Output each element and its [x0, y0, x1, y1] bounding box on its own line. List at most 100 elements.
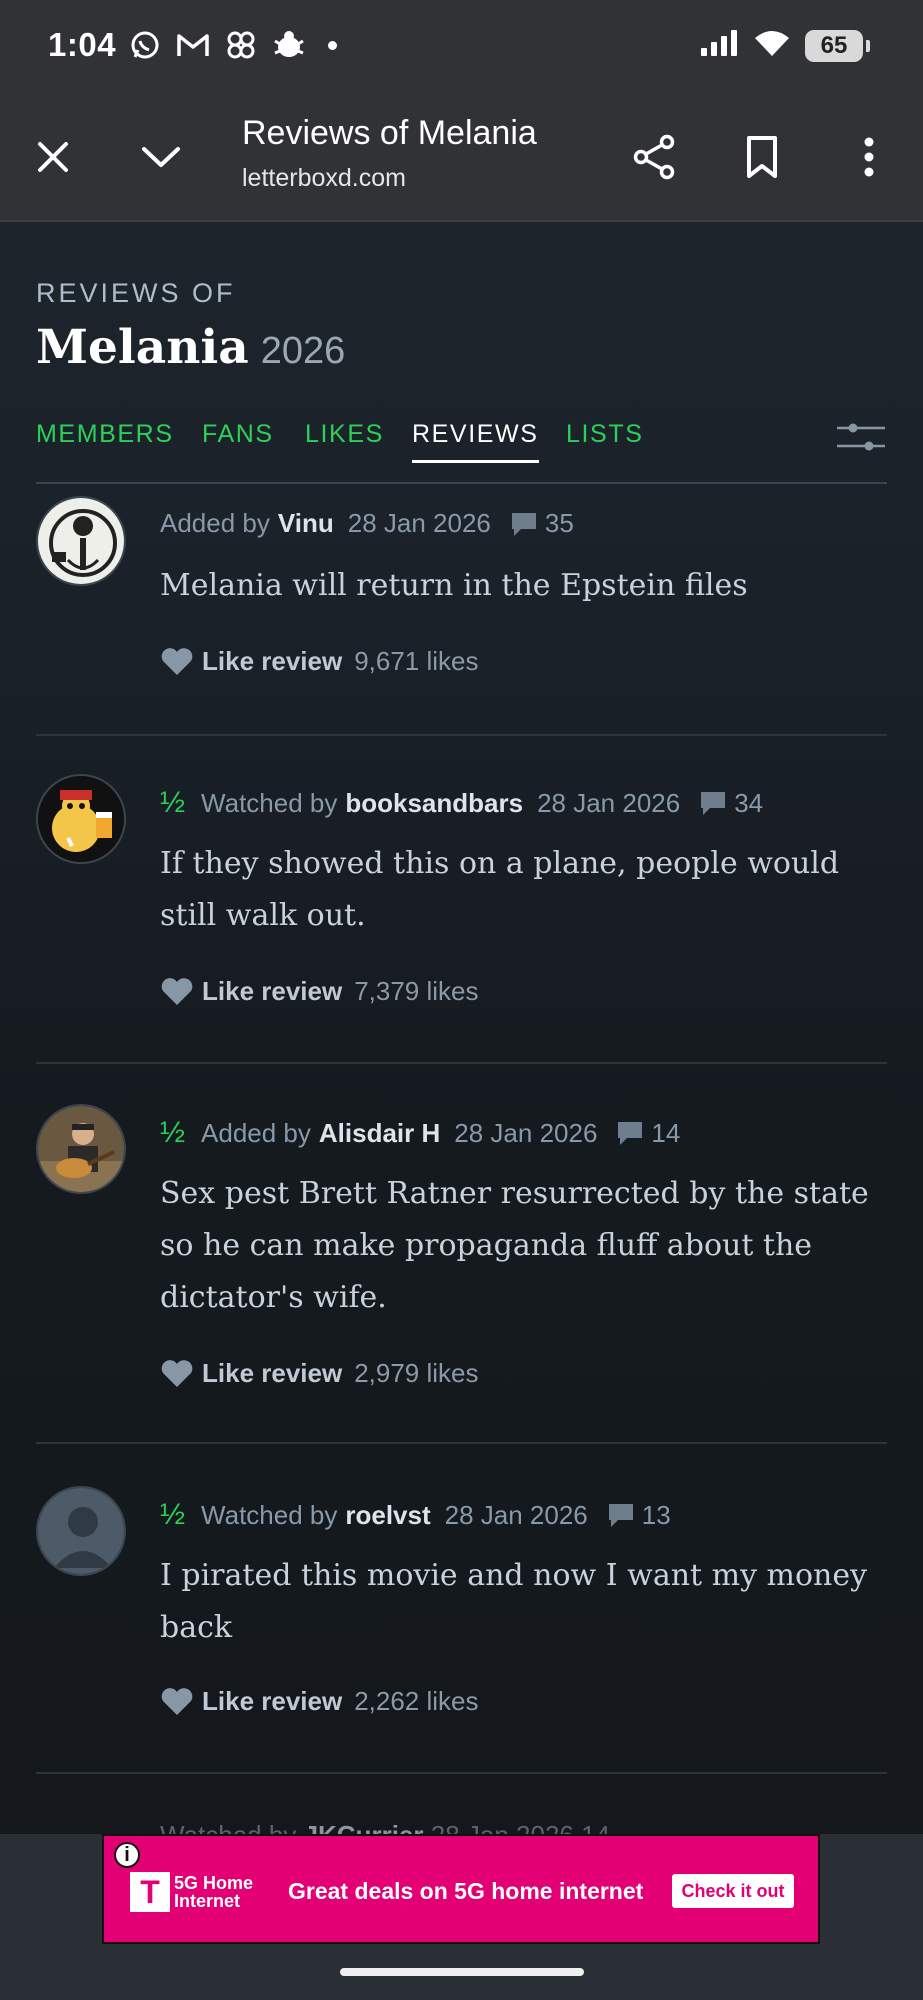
heart-icon [161, 647, 193, 675]
system-icons: 65 [699, 28, 870, 63]
ad-logo: T [130, 1872, 170, 1912]
share-button[interactable] [619, 122, 689, 192]
review-action: Watched by [201, 1499, 338, 1530]
home-indicator[interactable] [340, 1968, 584, 1976]
status-time: 1:04 [48, 26, 117, 63]
notification-dot [328, 40, 337, 50]
close-tab-button[interactable] [18, 122, 88, 192]
more-options-button[interactable] [834, 122, 904, 192]
close-icon [38, 142, 68, 172]
comment-count[interactable]: 14 [581, 1820, 610, 1834]
bookmark-button[interactable] [727, 122, 797, 192]
review-text[interactable]: Sex pest Brett Ratner resurrected by the… [160, 1168, 887, 1324]
review-item: ½ Watched by booksandbars 28 Jan 2026 34… [36, 774, 887, 1064]
comment-count[interactable]: 13 [642, 1500, 671, 1531]
page-content: REVIEWS OF Melania 2026 MEMBERS FANS LIK… [0, 222, 923, 1834]
rating-stars: ½ [160, 786, 186, 819]
tab-reviews[interactable]: REVIEWS [412, 420, 539, 463]
comment-icon[interactable] [615, 1119, 645, 1147]
like-count[interactable]: 9,671 likes [354, 646, 478, 677]
like-label: Like review [202, 1358, 343, 1388]
bug-icon [272, 28, 306, 62]
review-author[interactable]: booksandbars [345, 788, 523, 819]
ad-headline: Great deals on 5G home internet [288, 1878, 644, 1904]
like-review-button[interactable]: Like review 2,262 likes [160, 1686, 479, 1717]
chevron-down-icon [142, 147, 180, 167]
like-label: Like review [202, 976, 343, 1006]
like-count[interactable]: 7,379 likes [354, 976, 478, 1007]
review-item: Added by Vinu 28 Jan 2026 35 Melania wil… [36, 496, 887, 736]
review-meta: ½ Added by Alisdair H 28 Jan 2026 14 [160, 1116, 680, 1150]
review-action: Watched by [201, 787, 338, 818]
whatsapp-icon [128, 28, 162, 62]
review-author[interactable]: JKCurrier [304, 1820, 424, 1834]
like-count[interactable]: 2,979 likes [354, 1358, 478, 1389]
tab-members[interactable]: MEMBERS [36, 420, 174, 463]
comment-count[interactable]: 35 [545, 508, 574, 539]
review-text[interactable]: If they showed this on a plane, people w… [160, 838, 887, 942]
review-meta: Added by Vinu 28 Jan 2026 35 [160, 508, 574, 539]
like-review-button[interactable]: Like review 9,671 likes [160, 646, 479, 677]
review-meta: ½ Watched by booksandbars 28 Jan 2026 34 [160, 786, 763, 820]
ad-brand-line: 5G Home [174, 1873, 254, 1893]
review-action: Added by [160, 508, 270, 538]
comment-icon[interactable] [698, 789, 728, 817]
tab-lists[interactable]: LISTS [566, 420, 643, 463]
film-year[interactable]: 2026 [261, 330, 346, 373]
gmail-icon [176, 28, 210, 62]
avatar[interactable] [36, 1104, 126, 1194]
status-bar: 1:04 65 [0, 0, 923, 92]
ad-cta-button[interactable]: Check it out [672, 1874, 794, 1908]
review-date[interactable]: 28 Jan 2026 [454, 1118, 597, 1149]
review-date[interactable]: 28 Jan 2026 [348, 508, 491, 539]
film-title-link[interactable]: Melania [36, 320, 249, 375]
review-text[interactable]: I pirated this movie and now I want my m… [160, 1550, 887, 1654]
review-item: ½ Watched by roelvst 28 Jan 2026 13 I pi… [36, 1486, 887, 1774]
pinwheel-icon [224, 28, 258, 62]
film-heading: Melania 2026 [36, 320, 345, 375]
comment-count[interactable]: 34 [734, 788, 763, 819]
review-date[interactable]: 28 Jan 2026 [537, 788, 680, 819]
tab-bar: MEMBERS FANS LIKES REVIEWS LISTS [36, 420, 887, 484]
ad-brand-line: Internet [174, 1891, 241, 1911]
minimize-button[interactable] [126, 122, 196, 192]
like-count[interactable]: 2,262 likes [354, 1686, 478, 1717]
review-date[interactable]: 28 Jan 2026 [431, 1820, 574, 1834]
tab-likes[interactable]: LIKES [305, 420, 384, 463]
bookmark-icon [747, 136, 777, 178]
avatar[interactable] [36, 774, 126, 864]
rating-stars: ½ [160, 1498, 186, 1531]
notification-icons [128, 28, 337, 62]
system-nav-bar [0, 1944, 923, 2000]
ad-brand: 5G Home Internet [174, 1874, 253, 1910]
review-author[interactable]: Alisdair H [319, 1118, 440, 1149]
like-review-button[interactable]: Like review 7,379 likes [160, 976, 479, 1007]
like-review-button[interactable]: Like review 2,979 likes [160, 1358, 479, 1389]
review-text[interactable]: Melania will return in the Epstein files [160, 560, 887, 612]
more-vertical-icon [864, 137, 874, 177]
review-author[interactable]: Vinu [278, 508, 334, 539]
like-label: Like review [202, 1686, 343, 1716]
tab-fans[interactable]: FANS [202, 420, 274, 463]
heart-icon [161, 1359, 193, 1387]
review-action: Watched by [160, 1820, 296, 1834]
ad-banner[interactable]: i T 5G Home Internet Great deals on 5G h… [102, 1834, 820, 1944]
partial-review-meta: Watched by JKCurrier 28 Jan 2026 14 [160, 1820, 610, 1834]
page-url[interactable]: letterboxd.com [242, 164, 406, 193]
avatar[interactable] [36, 1486, 126, 1576]
review-date[interactable]: 28 Jan 2026 [445, 1500, 588, 1531]
heart-icon [161, 977, 193, 1005]
filter-icon[interactable] [835, 420, 887, 456]
comment-icon[interactable] [606, 1501, 636, 1529]
comment-count[interactable]: 14 [651, 1118, 680, 1149]
battery-icon: 65 [805, 29, 870, 62]
ad-info-icon[interactable]: i [114, 1842, 140, 1868]
battery-nub [866, 39, 870, 52]
ad-container: i T 5G Home Internet Great deals on 5G h… [0, 1834, 923, 1944]
review-meta: ½ Watched by roelvst 28 Jan 2026 13 [160, 1498, 671, 1532]
avatar[interactable] [36, 496, 126, 586]
like-label: Like review [202, 646, 343, 676]
page-eyebrow: REVIEWS OF [36, 278, 236, 308]
comment-icon[interactable] [509, 510, 539, 538]
review-author[interactable]: roelvst [345, 1500, 430, 1531]
